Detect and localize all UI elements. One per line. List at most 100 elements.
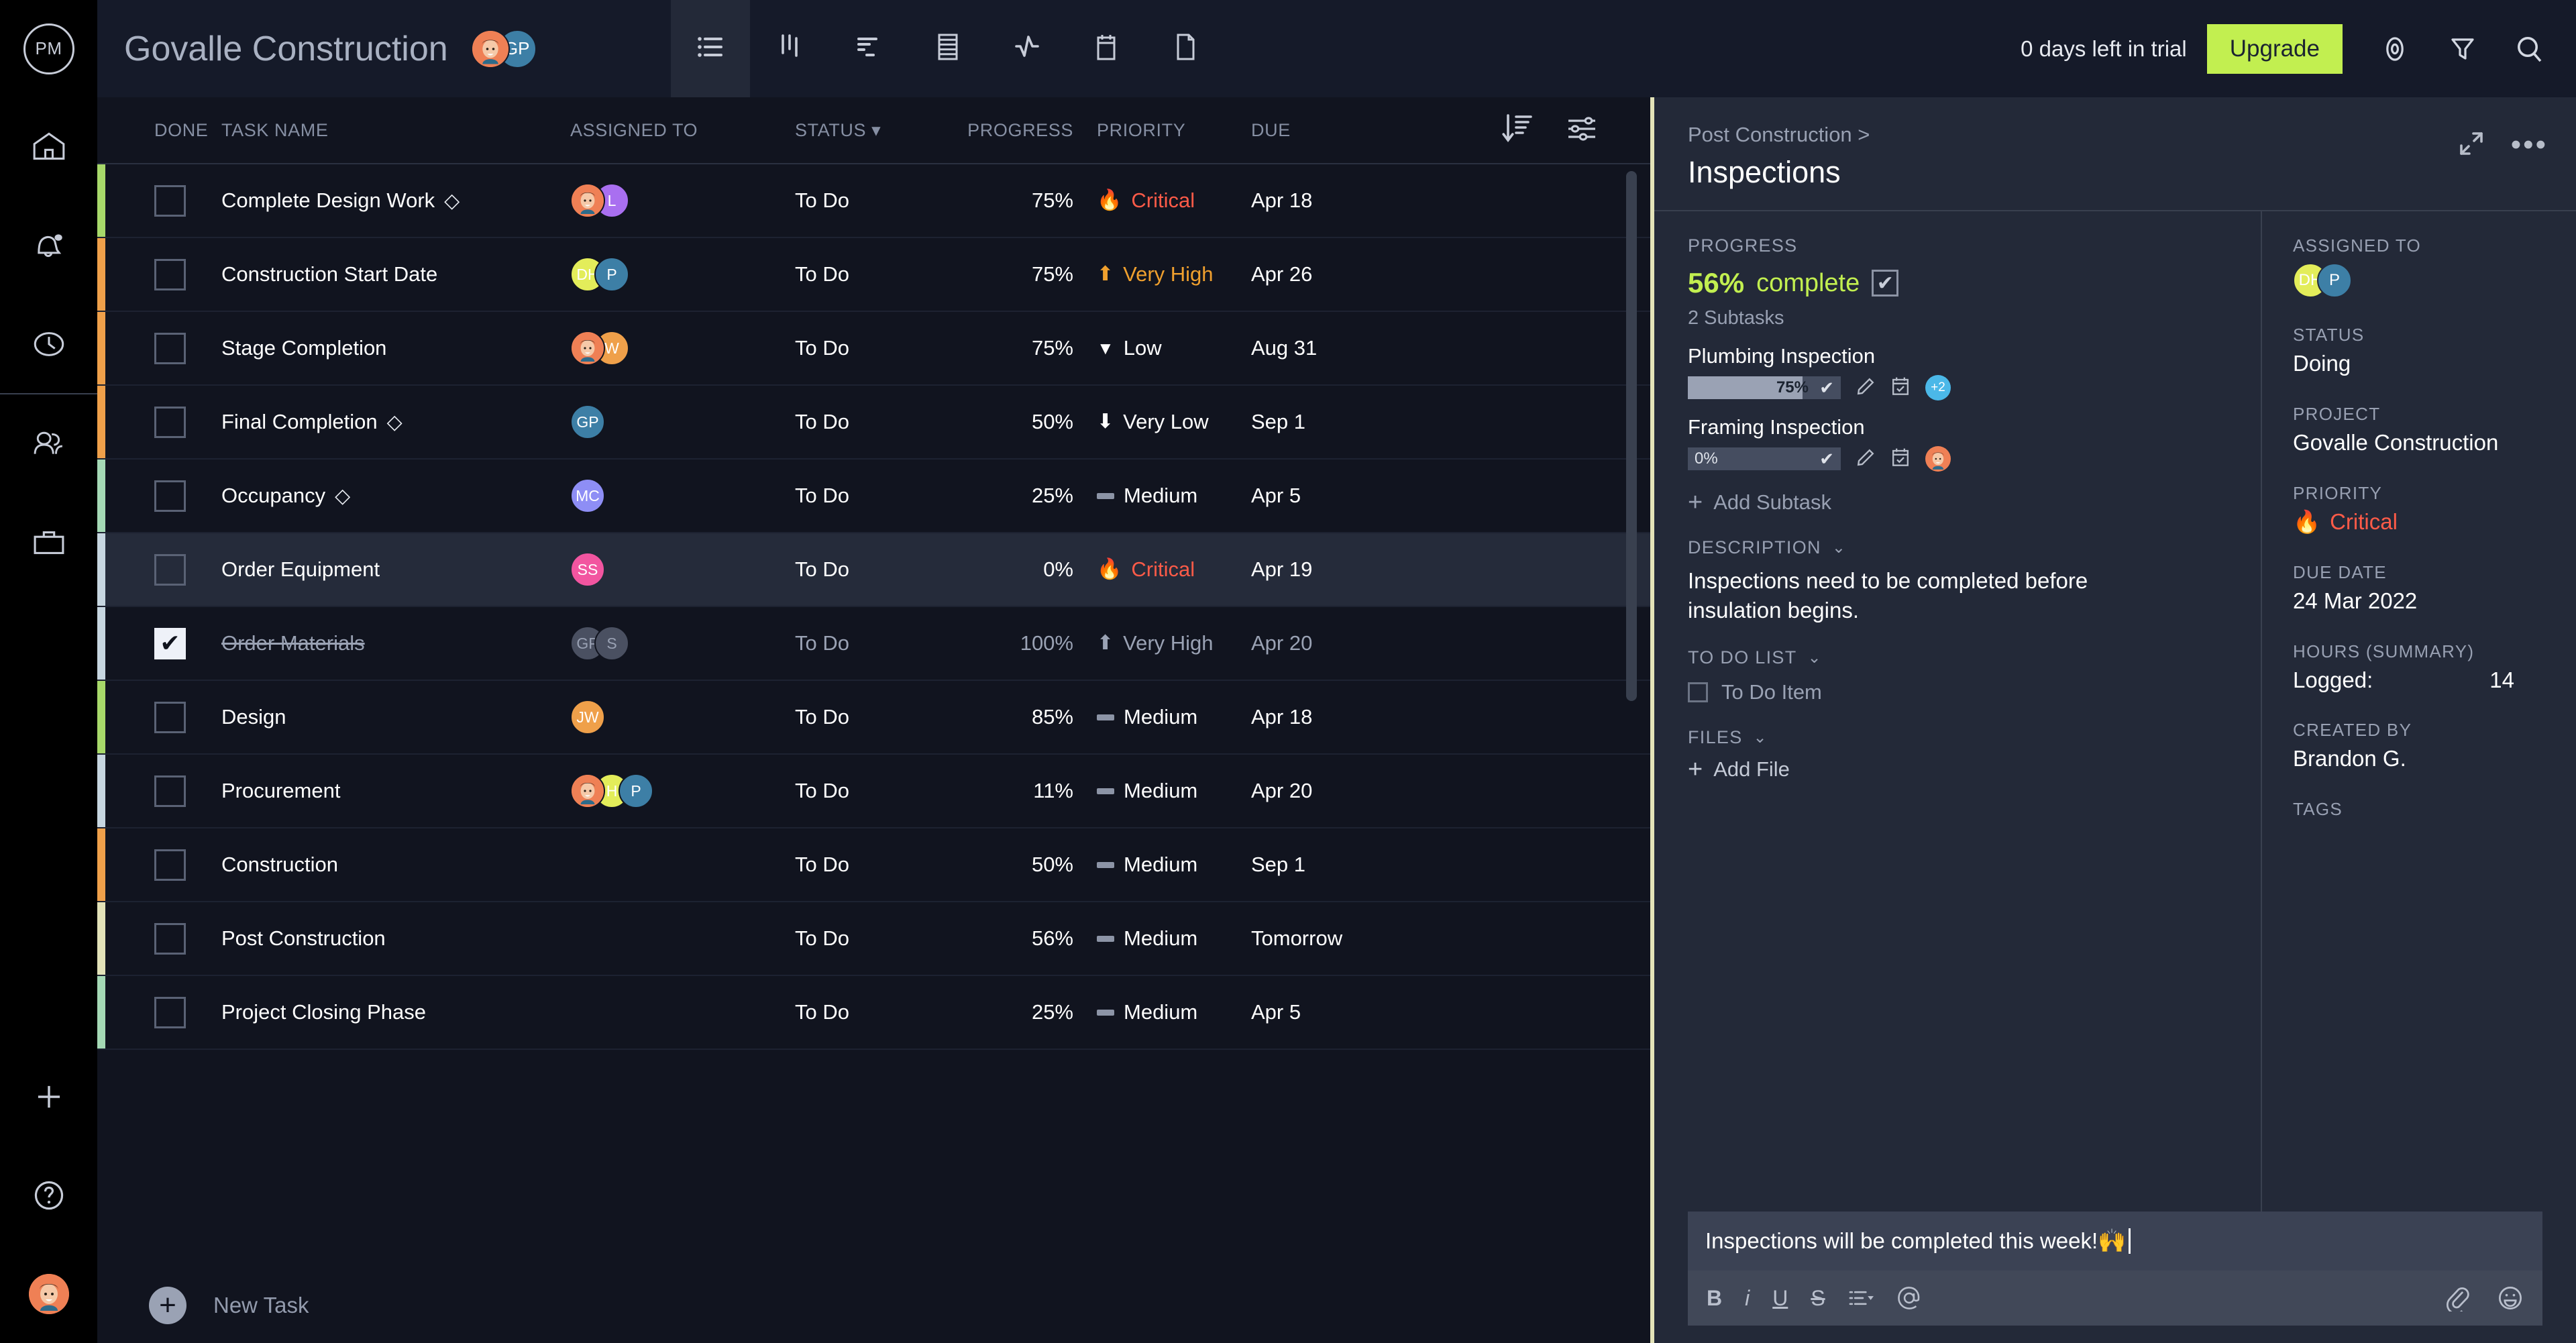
add-file-button[interactable]: + Add File — [1688, 757, 2227, 782]
tab-page-view[interactable] — [1146, 0, 1225, 97]
row-due-cell[interactable]: Apr 5 — [1251, 1000, 1426, 1024]
row-due-cell[interactable]: Apr 5 — [1251, 484, 1426, 508]
status-value[interactable]: Doing — [2293, 351, 2576, 377]
avatar[interactable]: P — [619, 773, 653, 808]
project-members[interactable]: GP — [470, 29, 537, 68]
column-header-progress[interactable]: PROGRESS — [963, 120, 1073, 141]
table-row[interactable]: Construction Start Date DH P To Do 75% ⬆ V… — [97, 238, 1650, 312]
table-row[interactable]: Construction To Do 50% Medium Sep 1 — [97, 828, 1650, 902]
due-date-value[interactable]: 24 Mar 2022 — [2293, 588, 2576, 614]
row-task-name-cell[interactable]: Final Completion ◇ — [221, 410, 570, 434]
tab-gantt-view[interactable] — [829, 0, 908, 97]
sidebar-item-help[interactable] — [0, 1146, 97, 1244]
task-done-checkbox[interactable] — [154, 701, 186, 733]
row-priority-cell[interactable]: Medium — [1097, 705, 1251, 729]
edit-pencil-icon[interactable] — [1856, 376, 1876, 400]
more-options-icon[interactable]: ••• — [2511, 129, 2548, 160]
table-row[interactable]: Post Construction To Do 56% Medium Tomor… — [97, 902, 1650, 976]
row-status-cell[interactable]: To Do — [795, 410, 963, 434]
row-priority-cell[interactable]: 🔥 Critical — [1097, 557, 1251, 582]
files-header[interactable]: FILES ⌄ — [1688, 727, 2227, 748]
row-priority-cell[interactable]: ▼ Low — [1097, 336, 1251, 360]
table-scrollbar[interactable] — [1626, 171, 1637, 701]
task-done-checkbox[interactable] — [154, 553, 186, 586]
row-status-cell[interactable]: To Do — [795, 705, 963, 729]
avatar[interactable]: P — [594, 257, 629, 292]
row-assignees-cell[interactable]: W — [570, 331, 795, 366]
task-done-checkbox[interactable] — [154, 480, 186, 512]
row-assignees-cell[interactable]: L — [570, 183, 795, 218]
assigned-avatars[interactable]: DH P — [2293, 263, 2576, 298]
mention-button[interactable] — [1896, 1285, 1922, 1311]
tab-board-view[interactable] — [750, 0, 829, 97]
row-priority-cell[interactable]: Medium — [1097, 853, 1251, 877]
task-done-checkbox[interactable] — [154, 996, 186, 1028]
row-assignees-cell[interactable]: GP — [570, 405, 795, 439]
row-assignees-cell[interactable]: HP — [570, 773, 795, 808]
column-header-done[interactable]: DONE — [154, 120, 221, 141]
row-task-name-cell[interactable]: Order Equipment — [221, 557, 570, 582]
list-button[interactable] — [1848, 1288, 1874, 1308]
row-task-name-cell[interactable]: Procurement — [221, 779, 570, 803]
column-header-assigned-to[interactable]: ASSIGNED TO — [570, 120, 795, 141]
expand-icon[interactable] — [2457, 129, 2485, 161]
row-progress-cell[interactable]: 75% — [963, 262, 1073, 286]
table-row[interactable]: Design JW To Do 85% Medium Apr 18 — [97, 681, 1650, 755]
app-logo[interactable]: PM — [0, 0, 97, 97]
task-done-checkbox[interactable] — [154, 258, 186, 290]
row-assignees-cell[interactable]: MC — [570, 478, 795, 513]
subtask-progress-bar[interactable]: 75% ✔ — [1688, 376, 1841, 399]
eye-icon[interactable] — [2377, 33, 2412, 65]
row-status-cell[interactable]: To Do — [795, 336, 963, 360]
avatar[interactable]: MC — [570, 478, 605, 513]
row-task-name-cell[interactable]: Construction Start Date — [221, 262, 570, 286]
row-due-cell[interactable]: Apr 26 — [1251, 262, 1426, 286]
todo-list-header[interactable]: TO DO LIST ⌄ — [1688, 647, 2227, 668]
row-status-cell[interactable]: To Do — [795, 262, 963, 286]
emoji-icon[interactable] — [2497, 1285, 2524, 1311]
sidebar-item-home[interactable] — [0, 97, 97, 196]
check-icon[interactable]: ✔ — [1819, 378, 1834, 398]
row-priority-cell[interactable]: ⬆ Very High — [1097, 631, 1251, 655]
calendar-icon[interactable] — [1890, 376, 1911, 400]
row-task-name-cell[interactable]: Construction — [221, 853, 570, 877]
avatar[interactable] — [570, 773, 605, 808]
upgrade-button[interactable]: Upgrade — [2206, 23, 2343, 74]
avatar[interactable]: P — [2317, 263, 2352, 298]
avatar[interactable] — [1925, 446, 1951, 472]
row-progress-cell[interactable]: 50% — [963, 410, 1073, 434]
column-header-due[interactable]: DUE — [1251, 120, 1426, 141]
row-assignees-cell[interactable]: SS — [570, 552, 795, 587]
row-assignees-cell[interactable]: GP S — [570, 626, 795, 661]
task-done-checkbox[interactable] — [154, 184, 186, 217]
row-progress-cell[interactable]: 85% — [963, 705, 1073, 729]
priority-value-wrap[interactable]: 🔥 Critical — [2293, 509, 2576, 535]
sidebar-item-team[interactable] — [0, 394, 97, 493]
breadcrumb[interactable]: Post Construction > — [1688, 123, 2541, 147]
avatar[interactable]: JW — [570, 700, 605, 735]
table-row[interactable]: Order Equipment SS To Do 0% 🔥 Critical Ap… — [97, 533, 1650, 607]
tab-dashboard-view[interactable] — [987, 0, 1067, 97]
row-due-cell[interactable]: Tomorrow — [1251, 926, 1426, 951]
row-status-cell[interactable]: To Do — [795, 926, 963, 951]
row-status-cell[interactable]: To Do — [795, 853, 963, 877]
avatar[interactable] — [570, 183, 605, 218]
column-header-status[interactable]: STATUS ▾ — [795, 120, 963, 141]
row-task-name-cell[interactable]: Post Construction — [221, 926, 570, 951]
row-assignees-cell[interactable]: JW — [570, 700, 795, 735]
bold-button[interactable]: B — [1707, 1286, 1722, 1311]
sidebar-item-add[interactable] — [0, 1047, 97, 1146]
row-due-cell[interactable]: Apr 18 — [1251, 189, 1426, 213]
row-priority-cell[interactable]: ⬇ Very Low — [1097, 410, 1251, 434]
table-row[interactable]: Occupancy ◇ MC To Do 25% Medium Apr 5 — [97, 460, 1650, 533]
row-due-cell[interactable]: Apr 19 — [1251, 557, 1426, 582]
row-progress-cell[interactable]: 0% — [963, 557, 1073, 582]
attach-icon[interactable] — [2445, 1285, 2470, 1311]
subtask-item[interactable]: Plumbing Inspection 75% ✔ +2 — [1688, 344, 2227, 400]
row-due-cell[interactable]: Apr 18 — [1251, 705, 1426, 729]
todo-list-item[interactable]: To Do Item — [1688, 680, 2227, 704]
progress-checkbox[interactable]: ✔ — [1872, 270, 1899, 297]
task-done-checkbox[interactable] — [154, 627, 186, 659]
row-task-name-cell[interactable]: Occupancy ◇ — [221, 484, 570, 508]
table-row[interactable]: Project Closing Phase To Do 25% Medium A… — [97, 976, 1650, 1050]
